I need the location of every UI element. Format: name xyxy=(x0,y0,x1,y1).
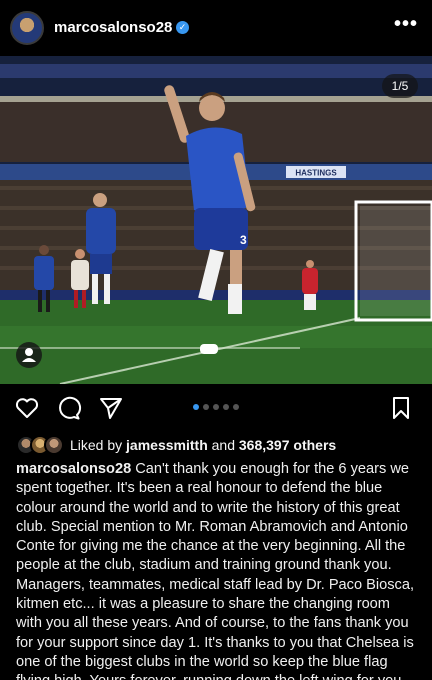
post-photo[interactable]: HASTINGS 3 1/5 xyxy=(0,56,432,384)
likes-middle: and xyxy=(207,437,239,453)
post-header: marcosalonso28 ✓ ••• xyxy=(0,0,432,56)
carousel-dot xyxy=(213,404,219,410)
post-username[interactable]: marcosalonso28 xyxy=(54,19,172,36)
caption-username[interactable]: marcosalonso28 xyxy=(16,461,131,477)
heart-outline-icon[interactable] xyxy=(14,396,40,420)
likes-text: Liked by jamessmitth and 368,397 others xyxy=(70,437,336,453)
svg-text:3: 3 xyxy=(240,233,247,247)
caption-text: Can't thank you enough for the 6 years w… xyxy=(16,461,414,680)
profile-avatar[interactable] xyxy=(10,11,44,45)
person-tag-icon xyxy=(22,348,36,362)
liker-avatar xyxy=(44,435,64,455)
carousel-dot xyxy=(203,404,209,410)
carousel-dot xyxy=(233,404,239,410)
tags-button[interactable] xyxy=(16,342,42,368)
carousel-counter: 1/5 xyxy=(382,74,418,98)
likes-count[interactable]: 368,397 others xyxy=(239,437,336,453)
carousel-dot xyxy=(223,404,229,410)
post-caption: marcosalonso28 Can't thank you enough fo… xyxy=(16,460,418,680)
carousel-dot-active xyxy=(193,404,199,410)
verified-badge-icon: ✓ xyxy=(176,21,189,34)
comment-bubble-icon[interactable] xyxy=(56,396,82,420)
likes-row[interactable]: Liked by jamessmitth and 368,397 others xyxy=(16,434,336,456)
bookmark-icon[interactable] xyxy=(390,396,412,420)
more-options-icon[interactable]: ••• xyxy=(394,14,418,34)
stadium-scene: HASTINGS 3 xyxy=(0,56,432,384)
paper-plane-icon[interactable] xyxy=(98,396,124,420)
carousel-dots xyxy=(193,404,239,410)
likes-user[interactable]: jamessmitth xyxy=(126,437,208,453)
liker-avatars xyxy=(16,435,66,455)
hastings-banner: HASTINGS xyxy=(295,169,337,178)
likes-prefix: Liked by xyxy=(70,437,127,453)
